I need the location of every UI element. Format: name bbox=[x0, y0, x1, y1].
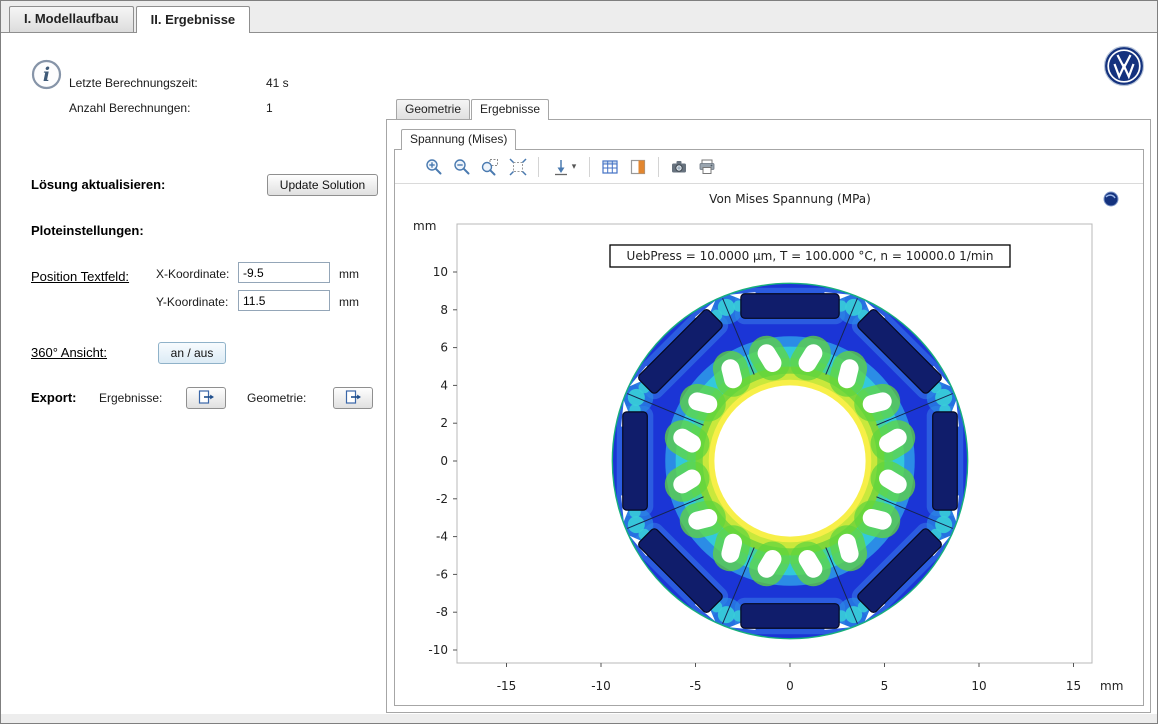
y-coordinate-input[interactable] bbox=[238, 290, 330, 311]
tab-modellaufbau-label: I. Modellaufbau bbox=[24, 11, 119, 26]
export-geometry-button[interactable] bbox=[333, 387, 373, 409]
tab-spannung-mises[interactable]: Spannung (Mises) bbox=[401, 129, 516, 150]
export-results-button[interactable] bbox=[186, 387, 226, 409]
export-section-label: Export: bbox=[31, 389, 77, 406]
magnet-slot bbox=[623, 412, 648, 510]
plot-tabbar: Spannung (Mises) bbox=[401, 128, 517, 149]
y-tick-label: -6 bbox=[436, 567, 448, 581]
y-coordinate-label: Y-Koordinate: bbox=[156, 294, 228, 310]
zoom-box-icon bbox=[481, 158, 499, 176]
y-axis-unit: mm bbox=[413, 219, 436, 233]
export-icon bbox=[198, 389, 215, 405]
export-results-label: Ergebnisse: bbox=[99, 390, 162, 406]
printer-icon bbox=[698, 158, 716, 176]
zoom-extents-button[interactable] bbox=[505, 154, 531, 180]
x-coordinate-unit: mm bbox=[339, 266, 359, 282]
view-orientation-icon bbox=[552, 158, 570, 176]
y-tick-label: -10 bbox=[428, 643, 448, 657]
zoom-in-button[interactable] bbox=[421, 154, 447, 180]
main-content: i Letzte Berechnungszeit: 41 s Anzahl Be… bbox=[1, 32, 1157, 714]
x-tick-label: -15 bbox=[497, 679, 517, 693]
view360-toggle-button[interactable]: an / aus bbox=[158, 342, 226, 364]
tab-modellaufbau[interactable]: I. Modellaufbau bbox=[9, 6, 134, 32]
y-tick-label: 2 bbox=[440, 416, 448, 430]
magnet-slot bbox=[741, 604, 839, 629]
zoom-out-icon bbox=[453, 158, 471, 176]
x-coordinate-input[interactable] bbox=[238, 262, 330, 283]
rotor-bore bbox=[714, 385, 865, 536]
y-tick-label: -8 bbox=[436, 605, 448, 619]
y-tick-label: 8 bbox=[440, 303, 448, 317]
graphics-box: ▾ bbox=[394, 149, 1144, 706]
print-button[interactable] bbox=[694, 154, 720, 180]
y-tick-label: 10 bbox=[433, 265, 448, 279]
tab-ergebnisse-view[interactable]: Ergebnisse bbox=[471, 99, 549, 120]
zoom-out-button[interactable] bbox=[449, 154, 475, 180]
plot-annotation-text: UebPress = 10.0000 µm, T = 100.000 °C, n… bbox=[627, 249, 994, 263]
x-tick-label: -5 bbox=[690, 679, 702, 693]
camera-icon bbox=[670, 158, 688, 176]
tab-ergebnisse-view-label: Ergebnisse bbox=[480, 102, 540, 116]
magnet-slot bbox=[741, 294, 839, 319]
last-computation-value: 41 s bbox=[266, 75, 289, 91]
tab-ergebnisse[interactable]: II. Ergebnisse bbox=[136, 6, 251, 33]
update-section-label: Lösung aktualisieren: bbox=[31, 176, 165, 193]
x-tick-label: 5 bbox=[881, 679, 889, 693]
x-tick-label: -10 bbox=[591, 679, 611, 693]
grid-button[interactable] bbox=[597, 154, 623, 180]
plot-settings-label: Ploteinstellungen: bbox=[31, 222, 144, 239]
tab-spannung-mises-label: Spannung (Mises) bbox=[410, 132, 507, 146]
y-tick-label: 6 bbox=[440, 341, 448, 355]
export-icon bbox=[345, 389, 362, 405]
computation-count-value: 1 bbox=[266, 100, 273, 116]
toolbar-separator bbox=[538, 157, 539, 177]
x-axis-unit: mm bbox=[1100, 679, 1123, 693]
zoom-extents-icon bbox=[509, 158, 527, 176]
vw-logo bbox=[1103, 45, 1145, 92]
y-tick-label: 0 bbox=[440, 454, 448, 468]
view-orientation-button[interactable]: ▾ bbox=[546, 154, 582, 180]
view360-label: 360° Ansicht: bbox=[31, 344, 107, 361]
grid-icon bbox=[601, 158, 619, 176]
rotor-plot bbox=[612, 283, 967, 638]
x-coordinate-label: X-Koordinate: bbox=[156, 266, 229, 282]
y-tick-label: -2 bbox=[436, 492, 448, 506]
app-window: I. Modellaufbau II. Ergebnisse i Letzte … bbox=[0, 0, 1158, 724]
graphics-toolbar: ▾ bbox=[395, 150, 1143, 184]
x-tick-label: 10 bbox=[971, 679, 986, 693]
y-coordinate-unit: mm bbox=[339, 294, 359, 310]
x-tick-label: 15 bbox=[1066, 679, 1081, 693]
graphics-canvas[interactable]: Von Mises Spannung (MPa) mm mm -15 -10 -5 0 5 10… bbox=[395, 184, 1143, 706]
snapshot-button[interactable] bbox=[666, 154, 692, 180]
info-glyph: i bbox=[43, 64, 50, 86]
results-tabbar: Geometrie Ergebnisse bbox=[396, 98, 550, 119]
main-tabbar: I. Modellaufbau II. Ergebnisse bbox=[9, 5, 252, 32]
toolbar-separator bbox=[658, 157, 659, 177]
caret-down-icon: ▾ bbox=[572, 161, 577, 172]
tab-geometrie[interactable]: Geometrie bbox=[396, 99, 470, 119]
zoom-box-button[interactable] bbox=[477, 154, 503, 180]
tab-geometrie-label: Geometrie bbox=[405, 102, 461, 116]
tab-ergebnisse-label: II. Ergebnisse bbox=[151, 12, 236, 27]
legend-button[interactable] bbox=[625, 154, 651, 180]
export-geometry-label: Geometrie: bbox=[247, 390, 306, 406]
vw-logo-svg bbox=[1103, 45, 1145, 87]
y-tick-label: -4 bbox=[436, 530, 448, 544]
y-tick-label: 4 bbox=[440, 378, 448, 392]
plot-title: Von Mises Spannung (MPa) bbox=[709, 192, 871, 206]
position-textfield-label: Position Textfeld: bbox=[31, 268, 129, 285]
magnet-slot bbox=[933, 412, 958, 510]
legend-icon bbox=[629, 158, 647, 176]
info-icon: i bbox=[31, 59, 62, 95]
toolbar-separator bbox=[589, 157, 590, 177]
results-panel: Spannung (Mises) bbox=[386, 119, 1151, 713]
info-icon-svg: i bbox=[31, 59, 62, 90]
plot-badge-icon[interactable] bbox=[1104, 192, 1118, 206]
zoom-in-icon bbox=[425, 158, 443, 176]
update-solution-button[interactable]: Update Solution bbox=[267, 174, 378, 196]
x-tick-label: 0 bbox=[786, 679, 794, 693]
computation-count-label: Anzahl Berechnungen: bbox=[69, 100, 190, 116]
last-computation-label: Letzte Berechnungszeit: bbox=[69, 75, 198, 91]
